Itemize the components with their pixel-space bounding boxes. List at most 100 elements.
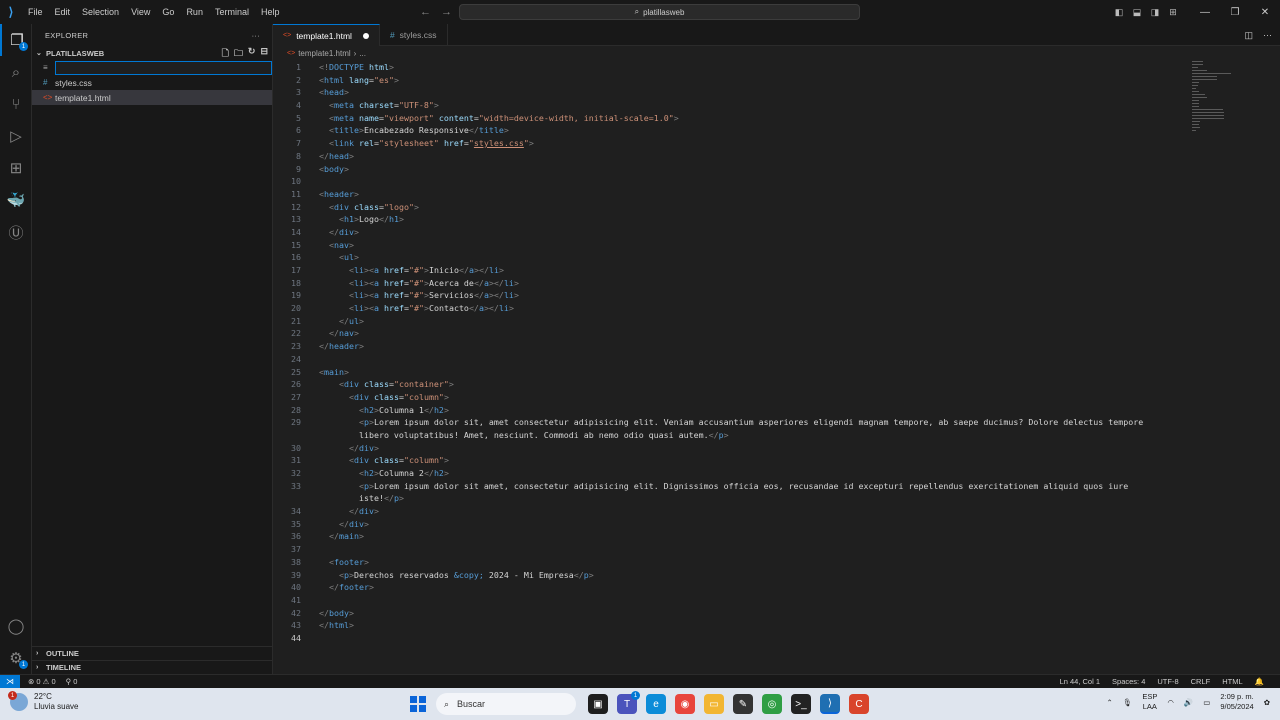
customize-layout-icon[interactable]: ⊞ <box>1164 7 1182 18</box>
manage-gear-icon[interactable]: ⚙ 1 <box>0 642 32 674</box>
code-line[interactable]: 40 </footer> <box>273 581 1273 594</box>
code-line[interactable]: 23 </header> <box>273 340 1273 353</box>
tray-chevron-up-icon[interactable]: ⌃ <box>1107 698 1113 707</box>
wifi-icon[interactable]: ◠ <box>1167 698 1174 707</box>
folder-section[interactable]: ⌄ PLATILLASWEB 🗋 🗀 ↻ ⊟ <box>32 46 272 60</box>
chrome-profile-icon[interactable]: ◎ <box>762 694 782 714</box>
code-line[interactable]: 3 <head> <box>273 86 1273 99</box>
code-line[interactable]: 13 <h1>Logo</h1> <box>273 213 1273 226</box>
volume-icon[interactable]: 🔊 <box>1184 698 1193 707</box>
source-control-icon[interactable]: ⑂ <box>0 88 32 120</box>
extensions-icon[interactable]: ⊞ <box>0 152 32 184</box>
code-line[interactable]: 15 <nav> <box>273 239 1273 252</box>
command-center[interactable]: ⌕ platillasweb <box>459 4 860 20</box>
code-line[interactable]: 19 <li><a href="#">Servicios</a></li> <box>273 289 1273 302</box>
refresh-icon[interactable]: ↻ <box>248 46 256 62</box>
code-line[interactable]: 18 <li><a href="#">Acerca de</a></li> <box>273 277 1273 290</box>
back-arrow-icon[interactable]: ← <box>420 6 431 18</box>
code-line[interactable]: 42 </body> <box>273 607 1273 620</box>
code-line[interactable]: iste!</p> <box>273 492 1273 505</box>
minimize-icon[interactable]: — <box>1190 7 1220 18</box>
run-debug-icon[interactable]: ▷ <box>0 120 32 152</box>
unsaved-dot-icon[interactable] <box>362 32 369 39</box>
new-file-name-input[interactable] <box>54 60 272 75</box>
indentation[interactable]: Spaces: 4 <box>1112 677 1145 686</box>
ports-indicator[interactable]: ⚲ 0 <box>66 677 78 686</box>
code-line[interactable]: 27 <div class="column"> <box>273 391 1273 404</box>
toggle-sidebar-icon[interactable]: ◧ <box>1110 7 1128 18</box>
code-editor[interactable]: 1 <!DOCTYPE html> 2 <html lang="es"> 3 <head>… <box>273 61 1273 645</box>
close-icon[interactable]: ✕ <box>1250 7 1280 18</box>
minimap[interactable] <box>1192 61 1272 131</box>
battery-icon[interactable]: ▭ <box>1203 698 1210 707</box>
tab-styles-css[interactable]: # styles.css <box>380 24 448 46</box>
code-line[interactable]: 28 <h2>Columna 1</h2> <box>273 404 1273 417</box>
remote-explorer-icon[interactable]: Ⓤ <box>0 216 32 248</box>
code-line[interactable]: 24 <box>273 353 1273 366</box>
new-folder-icon[interactable]: 🗀 <box>234 46 243 62</box>
code-line[interactable]: 14 </div> <box>273 226 1273 239</box>
file-explorer-icon[interactable]: ▭ <box>704 694 724 714</box>
code-line[interactable]: 11 <header> <box>273 188 1273 201</box>
code-line[interactable]: 36 </main> <box>273 530 1273 543</box>
code-line[interactable]: 17 <li><a href="#">Inicio</a></li> <box>273 264 1273 277</box>
docker-icon[interactable]: 🐳 <box>0 184 32 216</box>
code-line[interactable]: 12 <div class="logo"> <box>273 201 1273 214</box>
menu-terminal[interactable]: Terminal <box>209 0 255 24</box>
code-line[interactable]: 37 <box>273 543 1273 556</box>
menu-file[interactable]: File <box>22 0 49 24</box>
breadcrumb-rest[interactable]: ... <box>359 49 366 58</box>
code-line[interactable]: 39 <p>Derechos reservados &copy; 2024 - … <box>273 569 1273 582</box>
code-line[interactable]: 21 </ul> <box>273 315 1273 328</box>
vscode-taskbar-icon[interactable]: ⟩ <box>820 694 840 714</box>
accounts-icon[interactable]: ◯ <box>0 610 32 642</box>
code-line[interactable]: 8 </head> <box>273 150 1273 163</box>
breadcrumb-file[interactable]: template1.html <box>298 49 350 58</box>
code-line[interactable]: 31 <div class="column"> <box>273 454 1273 467</box>
file-item-template1-html[interactable]: <> template1.html <box>32 90 272 105</box>
code-line[interactable]: 25 <main> <box>273 366 1273 379</box>
file-item-styles-css[interactable]: # styles.css <box>32 75 272 90</box>
timeline-section[interactable]: › TIMELINE <box>32 660 273 674</box>
explorer-icon[interactable]: ❐ 1 <box>0 24 32 56</box>
code-line[interactable]: 44 <box>273 632 1273 645</box>
clock[interactable]: 2:09 p. m. 9/05/2024 <box>1220 692 1253 712</box>
restore-icon[interactable]: ❐ <box>1220 7 1250 18</box>
encoding[interactable]: UTF-8 <box>1157 677 1178 686</box>
split-editor-icon[interactable]: ◫ <box>1244 30 1253 41</box>
weather-widget[interactable]: 1 22°C Lluvia suave <box>8 691 78 712</box>
editor-more-icon[interactable]: ··· <box>1263 30 1272 40</box>
toggle-secondary-sidebar-icon[interactable]: ◨ <box>1146 7 1164 18</box>
cursor-position[interactable]: Ln 44, Col 1 <box>1060 677 1100 686</box>
code-line[interactable]: 7 <link rel="stylesheet" href="styles.cs… <box>273 137 1273 150</box>
menu-edit[interactable]: Edit <box>49 0 77 24</box>
search-view-icon[interactable]: ⌕ <box>0 56 32 88</box>
taskbar-search[interactable]: ⌕ Buscar <box>436 693 576 715</box>
copilot-icon[interactable]: ✿ <box>1264 698 1270 707</box>
code-line[interactable]: 32 <h2>Columna 2</h2> <box>273 467 1273 480</box>
end-of-line[interactable]: CRLF <box>1191 677 1211 686</box>
code-line[interactable]: 35 </div> <box>273 518 1273 531</box>
code-line[interactable]: 6 <title>Encabezado Responsive</title> <box>273 124 1273 137</box>
terminal-icon[interactable]: >_ <box>791 694 811 714</box>
code-line[interactable]: 26 <div class="container"> <box>273 378 1273 391</box>
menu-run[interactable]: Run <box>180 0 209 24</box>
toggle-panel-icon[interactable]: ⬓ <box>1128 7 1146 18</box>
new-file-icon[interactable]: 🗋 <box>222 46 229 62</box>
code-line[interactable]: 30 </div> <box>273 442 1273 455</box>
code-line[interactable]: 22 </nav> <box>273 327 1273 340</box>
menu-go[interactable]: Go <box>156 0 180 24</box>
task-view-icon[interactable]: ▣ <box>588 694 608 714</box>
teams-icon[interactable]: T1 <box>617 691 640 714</box>
code-line[interactable]: 34 </div> <box>273 505 1273 518</box>
code-line[interactable]: 1 <!DOCTYPE html> <box>273 61 1273 74</box>
outline-section[interactable]: › OUTLINE <box>32 646 273 660</box>
sublime-icon[interactable]: ✎ <box>733 694 753 714</box>
code-line[interactable]: 33 <p>Lorem ipsum dolor sit amet, consec… <box>273 480 1273 493</box>
code-line[interactable]: 29 <p>Lorem ipsum dolor sit, amet consec… <box>273 416 1273 429</box>
code-line[interactable]: 38 <footer> <box>273 556 1273 569</box>
notifications-bell-icon[interactable]: 🔔 <box>1255 677 1264 686</box>
code-line[interactable]: 4 <meta charset="UTF-8"> <box>273 99 1273 112</box>
chrome-icon[interactable]: ◉ <box>675 694 695 714</box>
windows-start-icon[interactable] <box>410 696 426 712</box>
